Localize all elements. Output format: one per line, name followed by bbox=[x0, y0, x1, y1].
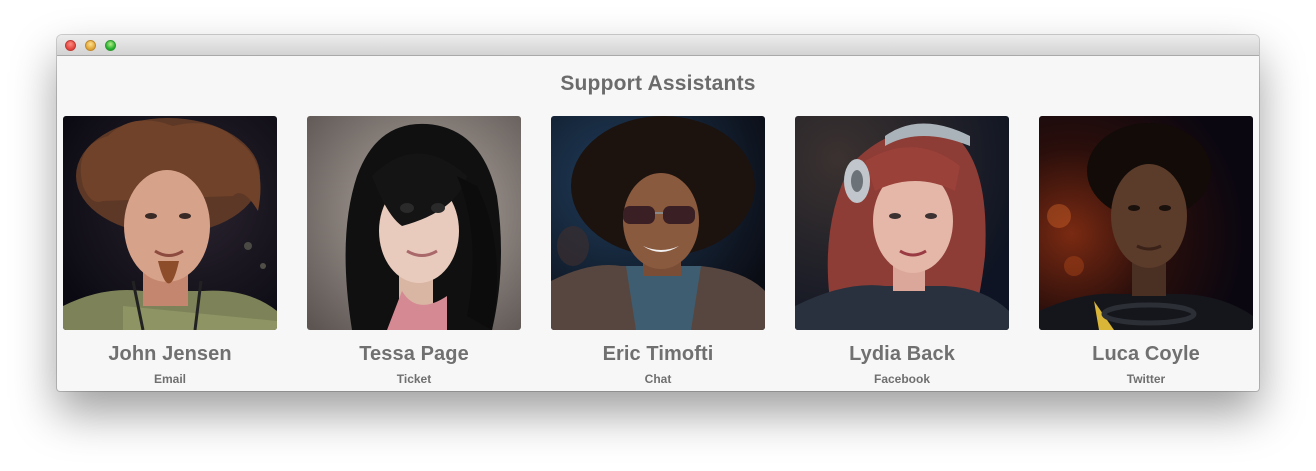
assistant-card-eric-timofti[interactable]: Eric Timofti Chat bbox=[551, 116, 765, 386]
page-title: Support Assistants bbox=[560, 72, 756, 95]
assistant-name: John Jensen bbox=[108, 343, 232, 365]
assistant-photo[interactable] bbox=[307, 116, 521, 330]
assistant-channel: Twitter bbox=[1126, 372, 1166, 386]
assistant-cards: John Jensen Email Tessa Page Ticket Eric… bbox=[63, 116, 1253, 391]
window-minimize-button[interactable] bbox=[85, 40, 96, 51]
assistant-channel: Email bbox=[153, 372, 186, 386]
window-zoom-button[interactable] bbox=[105, 40, 116, 51]
assistant-name: Luca Coyle bbox=[1092, 343, 1200, 365]
app-window: Support Assistants John Jensen Email Tes… bbox=[57, 35, 1259, 391]
window-close-button[interactable] bbox=[65, 40, 76, 51]
assistant-photo[interactable] bbox=[63, 116, 277, 330]
assistant-photo[interactable] bbox=[551, 116, 765, 330]
assistant-photo[interactable] bbox=[1039, 116, 1253, 330]
assistant-channel: Ticket bbox=[396, 372, 432, 386]
assistant-name: Lydia Back bbox=[849, 343, 955, 365]
assistant-channel: Facebook bbox=[873, 372, 930, 386]
assistant-name: Eric Timofti bbox=[602, 343, 714, 365]
title-bar[interactable] bbox=[57, 35, 1259, 56]
assistant-card-lydia-back[interactable]: Lydia Back Facebook bbox=[795, 116, 1009, 386]
assistant-card-john-jensen[interactable]: John Jensen Email bbox=[63, 116, 277, 386]
assistant-photo[interactable] bbox=[795, 116, 1009, 330]
assistant-name: Tessa Page bbox=[359, 343, 469, 365]
assistant-card-tessa-page[interactable]: Tessa Page Ticket bbox=[307, 116, 521, 386]
assistant-channel: Chat bbox=[644, 372, 672, 386]
assistant-card-luca-coyle[interactable]: Luca Coyle Twitter bbox=[1039, 116, 1253, 386]
